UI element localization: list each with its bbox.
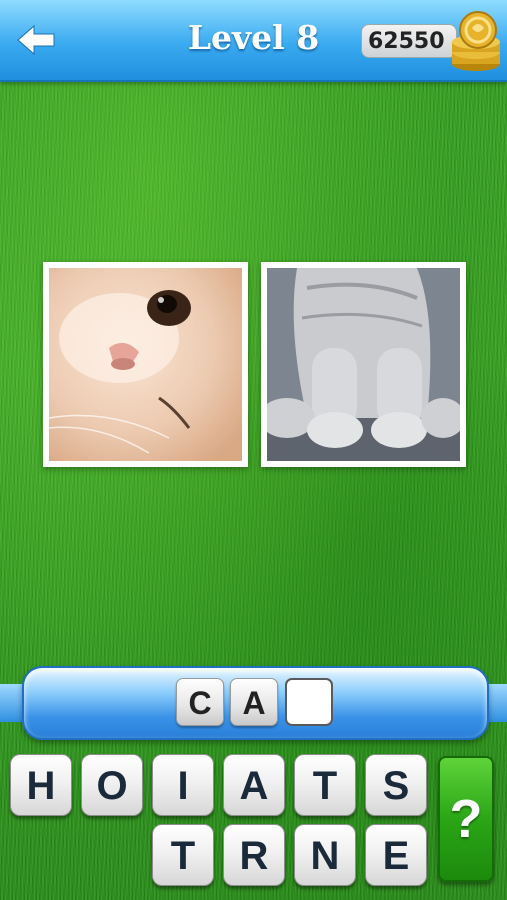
letter-tile[interactable]: H bbox=[10, 754, 72, 816]
top-bar: Level 8 62550 bbox=[0, 0, 507, 82]
letter-tile[interactable]: T bbox=[294, 754, 356, 816]
picture-2[interactable] bbox=[261, 262, 466, 467]
letter-tile[interactable]: R bbox=[223, 824, 285, 886]
cat-face-image bbox=[49, 268, 242, 461]
hint-button[interactable]: ? bbox=[438, 756, 494, 882]
answer-slot-2[interactable]: A bbox=[230, 678, 278, 726]
letter-tile[interactable]: T bbox=[152, 824, 214, 886]
coin-stack-icon[interactable] bbox=[448, 8, 504, 72]
kitten-paws-image bbox=[267, 268, 460, 461]
coin-counter: 62550 bbox=[361, 24, 457, 58]
letter-tile[interactable]: N bbox=[294, 824, 356, 886]
letter-tile[interactable]: I bbox=[152, 754, 214, 816]
letter-tile[interactable]: E bbox=[365, 824, 427, 886]
picture-1[interactable] bbox=[43, 262, 248, 467]
letter-tile[interactable]: O bbox=[81, 754, 143, 816]
letter-tile[interactable]: A bbox=[223, 754, 285, 816]
answer-slot-3[interactable] bbox=[285, 678, 333, 726]
letter-tile[interactable]: S bbox=[365, 754, 427, 816]
answer-slot-1[interactable]: C bbox=[176, 678, 224, 726]
